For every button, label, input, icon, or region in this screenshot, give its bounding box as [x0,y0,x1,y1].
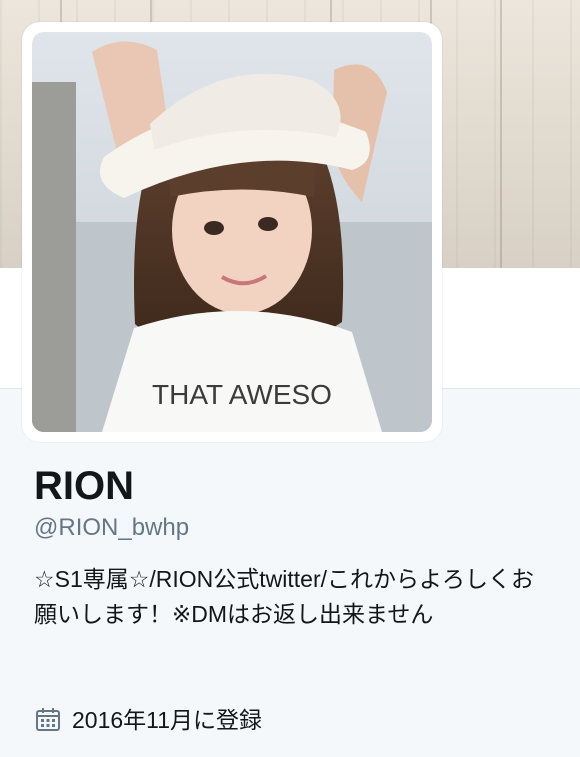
calendar-icon [34,706,62,734]
profile-handle[interactable]: @RION_bwhp [34,512,189,544]
avatar[interactable]: THAT AWESO [22,22,442,442]
avatar-image: THAT AWESO [32,32,432,432]
profile-bio: ☆S1専属☆/RION公式twitter/これからよろしくお願いします！※DMは… [34,566,534,627]
joined-date-row: 2016年11月に登録 [34,700,262,740]
profile-name[interactable]: RION [34,462,134,510]
joined-date: 2016年11月に登録 [72,707,263,733]
avatar-shirt-text: THAT AWESO [152,379,332,410]
